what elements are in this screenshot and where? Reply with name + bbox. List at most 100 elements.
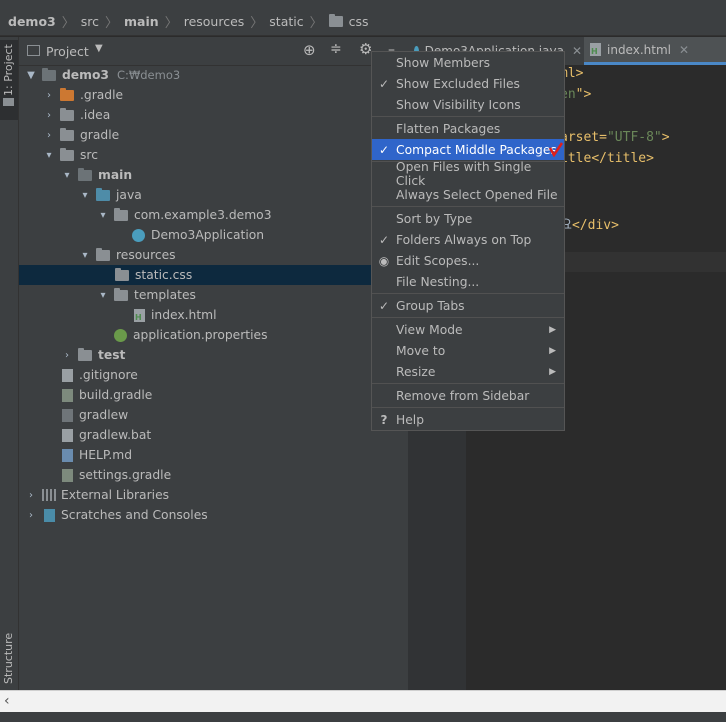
tree-item-index-html[interactable]: index.html xyxy=(132,305,217,325)
menu-item-resize[interactable]: Resize ▶ xyxy=(372,361,564,382)
menu-item-file-nesting[interactable]: File Nesting... xyxy=(372,271,564,292)
tree-item-settings-gradle[interactable]: settings.gradle xyxy=(60,465,171,485)
menu-item-edit-scopes[interactable]: ◉ Edit Scopes... xyxy=(372,250,564,271)
tree-item-label: Demo3Application xyxy=(151,228,265,242)
menu-item-remove-from-sidebar[interactable]: Remove from Sidebar xyxy=(372,385,564,406)
breadcrumb-demo3[interactable]: demo3 xyxy=(8,14,56,29)
menu-item-folders-on-top[interactable]: ✓ Folders Always on Top xyxy=(372,229,564,250)
chevron-right-icon[interactable]: › xyxy=(42,130,56,141)
chevron-right-icon[interactable]: › xyxy=(42,110,56,121)
project-tool-tab[interactable]: 1: Project xyxy=(0,40,18,120)
chevron-down-icon[interactable]: ▾ xyxy=(78,190,92,201)
breadcrumb-separator: 〉 xyxy=(105,15,119,31)
menu-item-help[interactable]: ? Help xyxy=(372,409,564,430)
tree-item-java[interactable]: ▾ java xyxy=(78,185,142,205)
horizontal-scrollbar[interactable]: ‹ xyxy=(0,690,726,713)
chevron-right-icon[interactable]: › xyxy=(24,510,38,521)
checkmark-icon: ✓ xyxy=(378,232,390,247)
tree-item-build-gradle[interactable]: build.gradle xyxy=(60,385,152,405)
menu-separator xyxy=(372,293,564,294)
folder-icon xyxy=(78,167,92,181)
structure-tool-tab[interactable]: Structure xyxy=(0,632,18,688)
breadcrumb-resources[interactable]: resources xyxy=(184,14,245,29)
tab-index-html[interactable]: index.html ✕ xyxy=(584,37,726,65)
red-annotation-mark xyxy=(548,142,564,157)
chevron-down-icon[interactable]: ▾ xyxy=(42,150,56,161)
folder-icon xyxy=(115,267,129,281)
chevron-down-icon[interactable]: ▾ xyxy=(96,290,110,301)
tree-item-gradlew[interactable]: gradlew xyxy=(60,405,128,425)
tree-item-static-css[interactable]: static.css xyxy=(19,265,408,285)
folder-icon xyxy=(3,98,14,106)
menu-separator xyxy=(372,383,564,384)
folder-icon xyxy=(60,127,74,141)
project-view-title[interactable]: Project xyxy=(46,44,89,59)
tree-item-package[interactable]: ▾ com.example3.demo3 xyxy=(96,205,272,225)
menu-separator xyxy=(372,317,564,318)
chevron-down-icon[interactable]: ▾ xyxy=(96,210,110,221)
chevron-left-icon[interactable]: ‹ xyxy=(4,693,10,709)
menu-item-show-excluded-files[interactable]: ✓ Show Excluded Files xyxy=(372,73,564,94)
menu-item-show-members[interactable]: Show Members xyxy=(372,52,564,73)
chevron-right-icon[interactable]: › xyxy=(42,90,56,101)
tree-item-demo3application[interactable]: Demo3Application xyxy=(132,225,264,245)
menu-item-always-select-opened[interactable]: Always Select Opened File xyxy=(372,184,564,205)
tree-item-scratches[interactable]: › Scratches and Consoles xyxy=(24,505,208,525)
tree-item-label: gradlew xyxy=(79,408,129,422)
breadcrumb-separator: 〉 xyxy=(250,15,264,31)
project-panel-header: Project ▼ ⊕ ≑ ⚙ – xyxy=(19,37,408,99)
tree-item-test[interactable]: › test xyxy=(60,345,125,365)
tree-item-help-md[interactable]: HELP.md xyxy=(60,445,132,465)
submenu-arrow-icon: ▶ xyxy=(549,366,556,377)
tree-item-label: gradle xyxy=(80,128,120,142)
tree-item-label: static.css xyxy=(135,268,193,282)
tree-item-label: templates xyxy=(134,288,196,302)
tree-item-demo3[interactable]: ▼ demo3 C:₩demo3 xyxy=(24,65,180,85)
menu-item-show-visibility-icons[interactable]: Show Visibility Icons xyxy=(372,94,564,115)
tree-item-label: .gradle xyxy=(80,88,124,102)
breadcrumb-main[interactable]: main xyxy=(124,14,159,29)
package-icon xyxy=(114,207,128,221)
chevron-down-icon[interactable]: ▼ xyxy=(24,70,38,81)
menu-item-group-tabs[interactable]: ✓ Group Tabs xyxy=(372,295,564,316)
tree-item-gradlew-bat[interactable]: gradlew.bat xyxy=(60,425,151,445)
tree-item-gitignore[interactable]: .gitignore xyxy=(60,365,138,385)
chevron-down-icon[interactable]: ▼ xyxy=(95,43,103,54)
tree-item-label: java xyxy=(116,188,142,202)
chevron-right-icon[interactable]: › xyxy=(24,490,38,501)
tree-item-templates[interactable]: ▾ templates xyxy=(96,285,196,305)
html-file-icon xyxy=(590,43,601,56)
tree-item-label: src xyxy=(80,148,98,162)
help-icon: ? xyxy=(380,412,388,427)
menu-item-flatten-packages[interactable]: Flatten Packages xyxy=(372,118,564,139)
collapse-all-icon[interactable]: ≑ xyxy=(330,41,342,57)
tree-item-idea[interactable]: › .idea xyxy=(42,105,110,125)
locate-icon[interactable]: ⊕ xyxy=(303,41,316,59)
tree-item-application-properties[interactable]: application.properties xyxy=(114,325,268,345)
close-icon[interactable]: ✕ xyxy=(679,43,689,57)
tree-item-main[interactable]: ▾ main xyxy=(60,165,132,185)
menu-item-compact-middle-packages[interactable]: ✓ Compact Middle Packages xyxy=(372,139,564,160)
tree-item-label: build.gradle xyxy=(79,388,153,402)
menu-item-sort-by-type[interactable]: Sort by Type xyxy=(372,208,564,229)
tree-item-resources[interactable]: ▾ resources xyxy=(78,245,176,265)
breadcrumb-static[interactable]: static xyxy=(269,14,303,29)
menu-separator xyxy=(372,116,564,117)
project-view-icon xyxy=(27,45,40,56)
tree-item-src[interactable]: ▾ src xyxy=(42,145,98,165)
chevron-down-icon[interactable]: ▾ xyxy=(60,170,74,181)
breadcrumb-css[interactable]: css xyxy=(328,13,369,29)
tree-item-gradle[interactable]: › gradle xyxy=(42,125,119,145)
gradle-file-icon xyxy=(62,468,73,482)
close-icon[interactable]: ✕ xyxy=(572,44,582,58)
tree-item-gradle-dir[interactable]: › .gradle xyxy=(42,85,123,105)
menu-item-open-single-click[interactable]: Open Files with Single Click xyxy=(372,160,564,188)
structure-tool-tab-label: Structure xyxy=(2,632,15,684)
chevron-right-icon[interactable]: › xyxy=(60,350,74,361)
tree-item-external-libraries[interactable]: › External Libraries xyxy=(24,485,169,505)
scope-icon: ◉ xyxy=(378,253,390,268)
chevron-down-icon[interactable]: ▾ xyxy=(78,250,92,261)
menu-item-view-mode[interactable]: View Mode ▶ xyxy=(372,319,564,340)
menu-item-move-to[interactable]: Move to ▶ xyxy=(372,340,564,361)
breadcrumb-src[interactable]: src xyxy=(81,14,99,29)
